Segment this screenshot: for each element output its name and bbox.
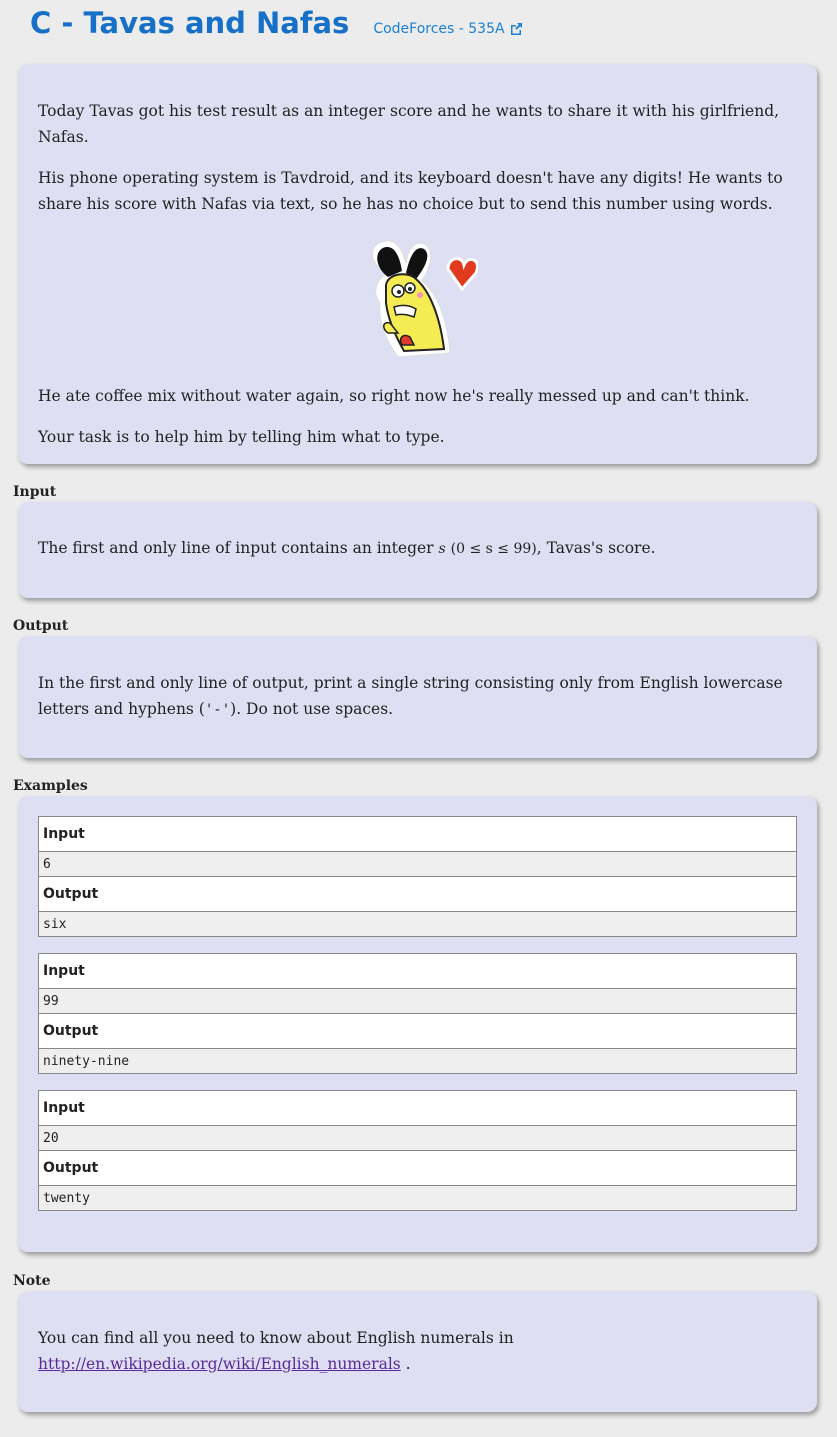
source-link-label: CodeForces - 535A: [373, 21, 505, 37]
input-card: The first and only line of input contain…: [18, 502, 817, 598]
output-description: In the first and only line of output, pr…: [38, 670, 797, 723]
example-output-value: ninety-nine: [38, 1048, 797, 1074]
examples-section-label: Examples: [13, 778, 88, 794]
input-description: The first and only line of input contain…: [38, 535, 797, 562]
problem-header: C - Tavas and Nafas CodeForces - 535A: [30, 6, 523, 50]
variable-s: s: [438, 541, 446, 557]
input-constraint: (0 ≤ s ≤ 99): [450, 541, 537, 557]
example-input-header: Input: [38, 1090, 797, 1126]
note-section-label: Note: [13, 1273, 51, 1289]
problem-title: C - Tavas and Nafas: [30, 6, 350, 40]
example-input-value: 20: [38, 1125, 797, 1151]
hyphen-literal: '-': [204, 702, 231, 718]
tavas-sticker-image: [358, 233, 479, 363]
example-table: Input 6 Output six: [38, 816, 797, 937]
examples-card: Input 6 Output six Input 99 Output ninet…: [18, 796, 817, 1252]
example-output-value: twenty: [38, 1185, 797, 1211]
example-input-header: Input: [38, 816, 797, 852]
example-table: Input 20 Output twenty: [38, 1090, 797, 1211]
output-section-label: Output: [13, 618, 69, 634]
statement-paragraph: He ate coffee mix without water again, s…: [38, 387, 750, 405]
statement-paragraph: His phone operating system is Tavdroid, …: [38, 169, 783, 213]
statement-card: Today Tavas got his test result as an in…: [18, 64, 817, 464]
external-link-icon: [510, 23, 522, 35]
output-text: In the first and only line of output, pr…: [38, 674, 783, 718]
example-output-header: Output: [38, 876, 797, 912]
note-description: You can find all you need to know about …: [38, 1329, 514, 1347]
example-output-header: Output: [38, 1150, 797, 1186]
note-text: You can find all you need to know about …: [38, 1325, 797, 1377]
output-card: In the first and only line of output, pr…: [18, 636, 817, 758]
input-text-tail: , Tavas's score.: [536, 539, 656, 557]
input-text: The first and only line of input contain…: [38, 539, 434, 557]
wikipedia-link[interactable]: http://en.wikipedia.org/wiki/English_num…: [38, 1355, 401, 1373]
example-input-value: 99: [38, 988, 797, 1014]
example-input-header: Input: [38, 953, 797, 989]
example-output-header: Output: [38, 1013, 797, 1049]
output-text-tail: ). Do not use spaces.: [230, 700, 394, 718]
note-card: You can find all you need to know about …: [18, 1291, 817, 1412]
statement-paragraph: Today Tavas got his test result as an in…: [38, 102, 780, 146]
input-section-label: Input: [13, 484, 57, 500]
example-table: Input 99 Output ninety-nine: [38, 953, 797, 1074]
example-input-value: 6: [38, 851, 797, 877]
example-output-value: six: [38, 911, 797, 937]
statement-paragraph: Your task is to help him by telling him …: [38, 428, 445, 446]
source-link[interactable]: CodeForces - 535A: [373, 21, 522, 37]
note-tail: .: [400, 1355, 411, 1373]
